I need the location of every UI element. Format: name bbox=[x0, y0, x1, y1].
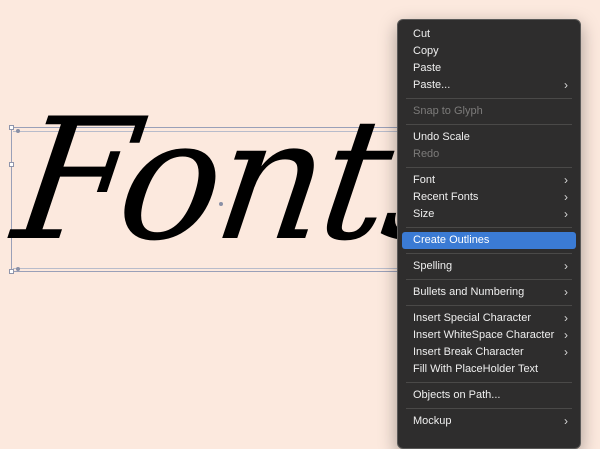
menu-separator bbox=[406, 98, 572, 99]
menu-item-insert-whitespace-character[interactable]: Insert WhiteSpace Character › bbox=[402, 327, 576, 344]
menu-item-snap-to-glyph: Snap to Glyph bbox=[402, 103, 576, 120]
menu-item-mockup[interactable]: Mockup › bbox=[402, 413, 576, 430]
chevron-right-icon: › bbox=[564, 311, 568, 325]
menu-item-label: Spelling bbox=[413, 260, 453, 272]
menu-item-label: Bullets and Numbering bbox=[413, 286, 525, 298]
menu-separator bbox=[406, 167, 572, 168]
menu-item-objects-on-path[interactable]: Objects on Path... bbox=[402, 387, 576, 404]
chevron-right-icon: › bbox=[564, 190, 568, 204]
menu-item-bullets-and-numbering[interactable]: Bullets and Numbering › bbox=[402, 284, 576, 301]
menu-separator bbox=[406, 253, 572, 254]
menu-item-fill-with-placeholder-text[interactable]: Fill With PlaceHolder Text bbox=[402, 361, 576, 378]
menu-item-label: Create Outlines bbox=[413, 234, 490, 246]
menu-item-label: Snap to Glyph bbox=[413, 105, 483, 117]
context-menu: Cut Copy Paste Paste... › Snap to Glyph Undo S… bbox=[397, 19, 581, 449]
menu-item-label: Recent Fonts bbox=[413, 191, 479, 203]
menu-separator bbox=[406, 305, 572, 306]
menu-separator bbox=[406, 408, 572, 409]
menu-item-label: Redo bbox=[413, 148, 440, 160]
chevron-right-icon: › bbox=[564, 259, 568, 273]
menu-separator bbox=[406, 124, 572, 125]
menu-item-label: Insert WhiteSpace Character bbox=[413, 329, 555, 341]
menu-item-undo-scale[interactable]: Undo Scale bbox=[402, 129, 576, 146]
chevron-right-icon: › bbox=[564, 285, 568, 299]
menu-item-label: Objects on Path... bbox=[413, 389, 501, 401]
menu-item-cut[interactable]: Cut bbox=[402, 26, 576, 43]
menu-separator bbox=[406, 227, 572, 228]
menu-item-insert-special-character[interactable]: Insert Special Character › bbox=[402, 310, 576, 327]
chevron-right-icon: › bbox=[564, 207, 568, 221]
menu-separator bbox=[406, 279, 572, 280]
menu-item-label: Paste... bbox=[413, 79, 451, 91]
menu-item-label: Size bbox=[413, 208, 435, 220]
chevron-right-icon: › bbox=[564, 173, 568, 187]
chevron-right-icon: › bbox=[564, 328, 568, 342]
menu-item-label: Mockup bbox=[413, 415, 452, 427]
menu-item-label: Paste bbox=[413, 62, 442, 74]
menu-item-label: Insert Break Character bbox=[413, 346, 524, 358]
menu-item-label: Font bbox=[413, 174, 436, 186]
menu-item-font[interactable]: Font › bbox=[402, 172, 576, 189]
menu-item-label: Copy bbox=[413, 45, 439, 57]
menu-item-label: Fill With PlaceHolder Text bbox=[413, 363, 539, 375]
anchor-point bbox=[16, 129, 20, 133]
chevron-right-icon: › bbox=[564, 78, 568, 92]
menu-item-spelling[interactable]: Spelling › bbox=[402, 258, 576, 275]
menu-item-redo: Redo bbox=[402, 146, 576, 163]
chevron-right-icon: › bbox=[564, 345, 568, 359]
chevron-right-icon: › bbox=[564, 414, 568, 428]
menu-item-paste[interactable]: Paste bbox=[402, 60, 576, 77]
menu-item-paste[interactable]: Paste... › bbox=[402, 77, 576, 94]
menu-item-create-outlines[interactable]: Create Outlines bbox=[402, 232, 576, 249]
menu-item-label: Undo Scale bbox=[413, 131, 470, 143]
menu-item-label: Cut bbox=[413, 28, 431, 40]
menu-item-recent-fonts[interactable]: Recent Fonts › bbox=[402, 189, 576, 206]
menu-item-copy[interactable]: Copy bbox=[402, 43, 576, 60]
menu-item-label: Insert Special Character bbox=[413, 312, 531, 324]
menu-item-insert-break-character[interactable]: Insert Break Character › bbox=[402, 344, 576, 361]
resize-handle-top-left[interactable] bbox=[9, 125, 14, 130]
menu-item-size[interactable]: Size › bbox=[402, 206, 576, 223]
resize-handle-middle-left[interactable] bbox=[9, 162, 14, 167]
menu-separator bbox=[406, 382, 572, 383]
